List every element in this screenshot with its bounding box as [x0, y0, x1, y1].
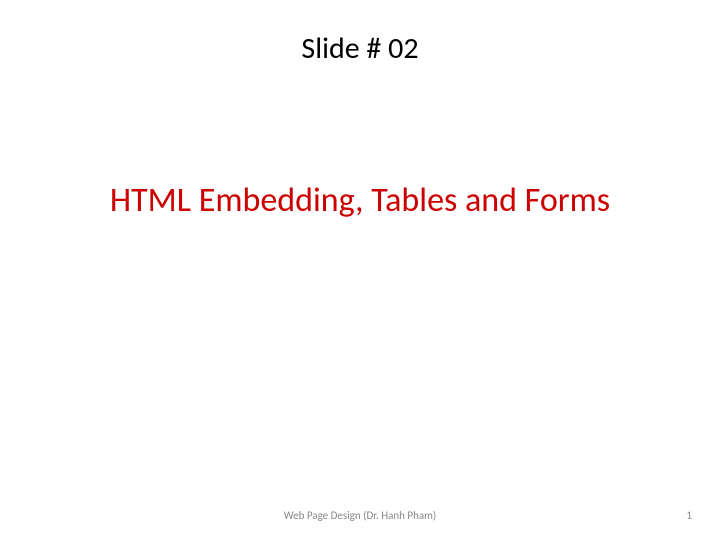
slide-number-label: Slide # 02: [0, 30, 720, 67]
footer-course-text: Web Page Design (Dr. Hanh Pham): [0, 509, 720, 522]
page-number: 1: [686, 509, 692, 522]
slide-container: Slide # 02 HTML Embedding, Tables and Fo…: [0, 0, 720, 540]
slide-title: HTML Embedding, Tables and Forms: [0, 180, 720, 221]
